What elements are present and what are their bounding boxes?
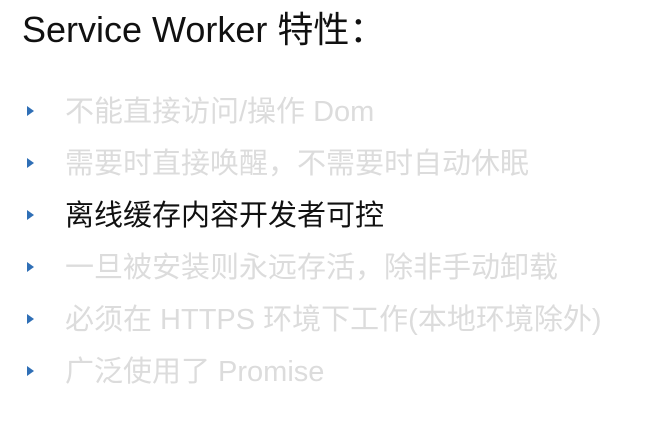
bullet-text: 需要时直接唤醒，不需要时自动休眠 [65, 148, 530, 180]
bullet-text: 广泛使用了 Promise [65, 356, 325, 388]
triangle-bullet-icon [27, 106, 34, 116]
triangle-bullet-icon [27, 210, 34, 220]
bullet-text: 离线缓存内容开发者可控 [65, 200, 385, 232]
triangle-bullet-icon [27, 158, 34, 168]
slide-title: Service Worker 特性： [22, 9, 386, 50]
triangle-bullet-icon [27, 262, 34, 272]
triangle-bullet-icon [27, 314, 34, 324]
bullet-text: 一旦被安装则永远存活，除非手动卸载 [65, 252, 559, 284]
bullet-text: 必须在 HTTPS 环境下工作(本地环境除外) [65, 304, 602, 336]
triangle-bullet-icon [27, 366, 34, 376]
slide: Service Worker 特性： 不能直接访问/操作 Dom 需要时直接唤醒… [0, 0, 656, 429]
bullet-text: 不能直接访问/操作 Dom [65, 96, 375, 128]
